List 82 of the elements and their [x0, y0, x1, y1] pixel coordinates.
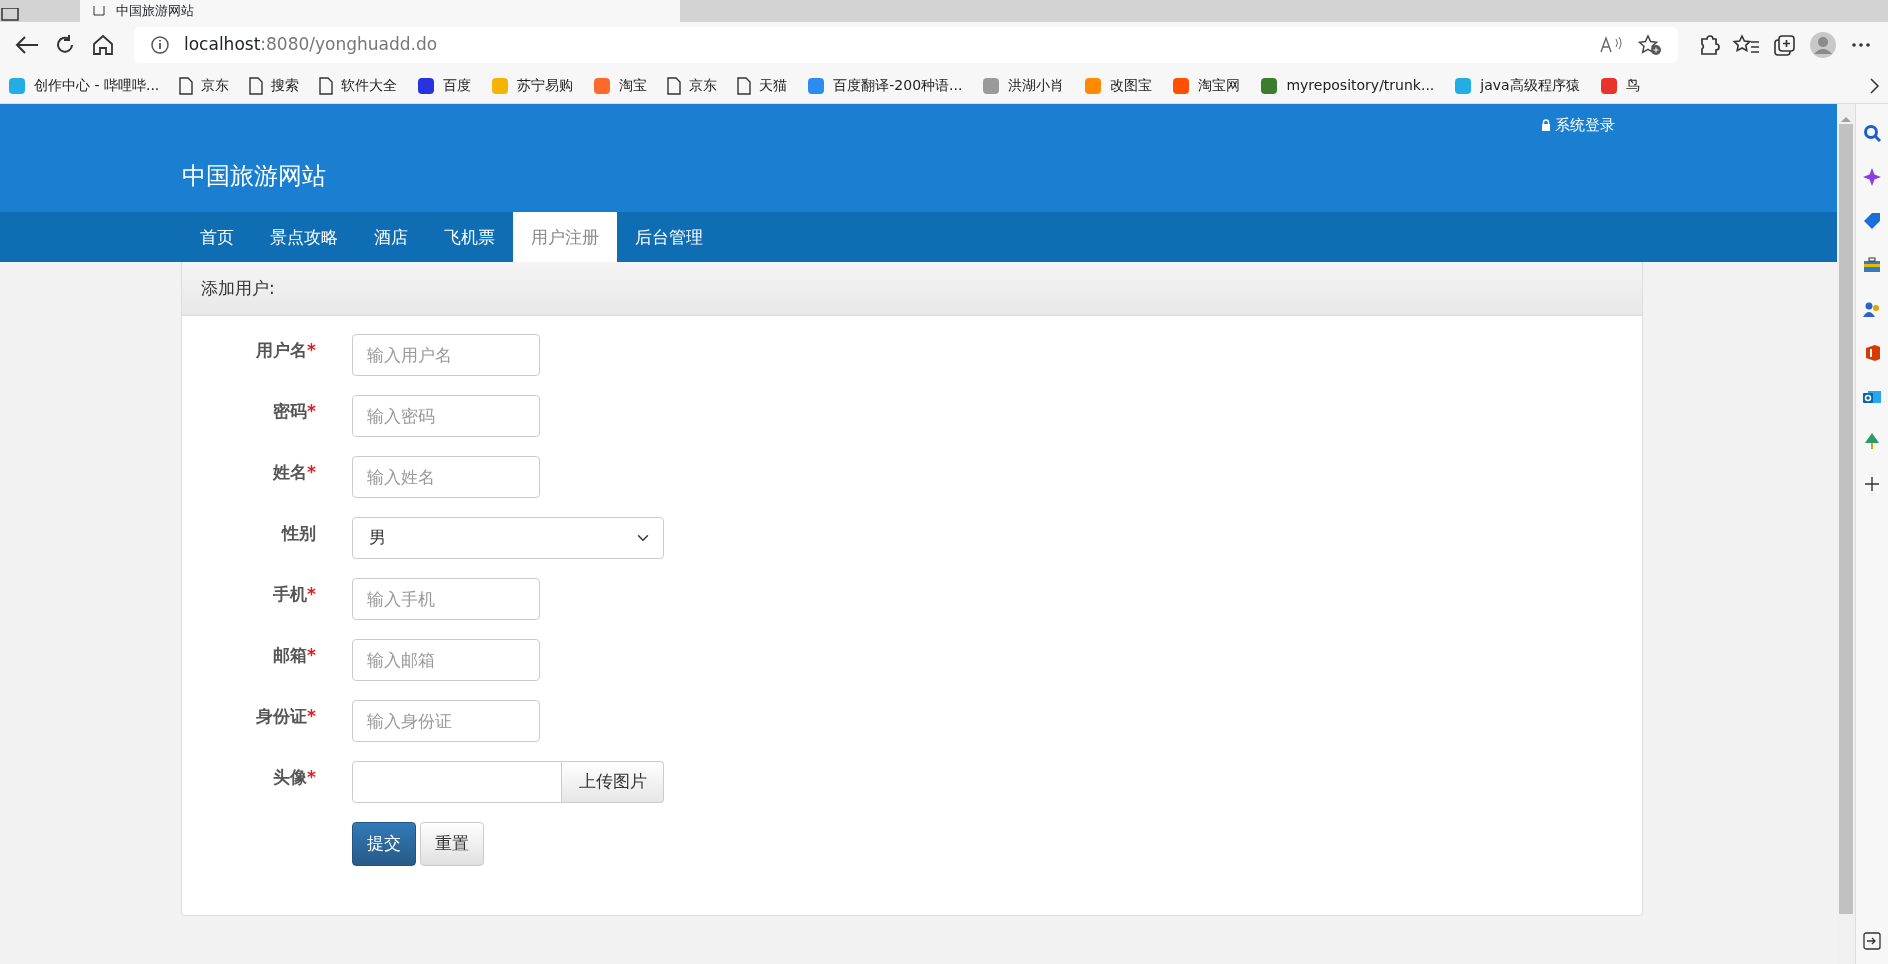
site-logo-icon	[982, 76, 1001, 95]
search-icon[interactable]	[1863, 124, 1881, 142]
field-label: 邮箱*	[272, 644, 316, 667]
field-label: 身份证*	[255, 705, 316, 728]
bookmark-link[interactable]: 淘宝网	[1198, 75, 1241, 96]
site-logo-icon	[1260, 76, 1279, 95]
site-title: 中国旅游网站	[182, 161, 326, 192]
nav-tab[interactable]: 酒店	[356, 212, 426, 262]
upload-button[interactable]: 上传图片	[562, 761, 664, 803]
add-icon[interactable]	[1864, 476, 1880, 492]
submit-button[interactable]: 提交	[352, 822, 416, 866]
input-field[interactable]: 输入用户名	[352, 334, 540, 376]
bookmark-link[interactable]: 苏宁易购	[517, 75, 574, 96]
input-field[interactable]: 输入邮箱	[352, 639, 540, 681]
bookmark-link[interactable]: 百度翻译-200种语...	[833, 75, 963, 96]
nav-tab[interactable]: 飞机票	[426, 212, 513, 262]
nav-tab[interactable]: 景点攻略	[252, 212, 356, 262]
site-logo-icon	[807, 76, 826, 95]
toolbox-icon[interactable]	[1863, 256, 1881, 274]
page-icon	[737, 76, 752, 95]
scroll-up-icon	[1841, 116, 1851, 122]
page-icon	[179, 76, 194, 95]
tree-icon[interactable]	[1863, 432, 1881, 450]
bookmark-link[interactable]: 百度	[443, 75, 472, 96]
browser-tab[interactable]: 中国旅游网站	[80, 0, 680, 22]
bookmark-link[interactable]: 搜索	[271, 75, 300, 96]
sparkle-icon[interactable]	[1863, 168, 1881, 186]
favorite-add-icon[interactable]	[1638, 34, 1662, 56]
field-label: 手机*	[272, 583, 316, 606]
field-label: 密码*	[272, 400, 316, 423]
bookmark-link[interactable]: 鸟	[1625, 75, 1640, 96]
bookmark-link[interactable]: 天猫	[759, 75, 788, 96]
bookmark-link[interactable]: java高级程序猿	[1480, 75, 1580, 96]
bookmark-link[interactable]: 软件大全	[341, 75, 398, 96]
read-aloud-icon[interactable]	[1600, 35, 1624, 55]
page-icon	[667, 76, 682, 95]
exit-sidebar-icon[interactable]	[1863, 932, 1881, 950]
page-icon	[319, 76, 334, 95]
field-label: 头像*	[272, 766, 316, 789]
input-field[interactable]: 输入手机	[352, 578, 540, 620]
site-logo-icon	[8, 76, 26, 95]
page-icon	[92, 6, 106, 16]
site-logo-icon	[417, 76, 436, 95]
bookmark-link[interactable]: 京东	[201, 75, 230, 96]
select-field[interactable]: 男	[352, 517, 664, 559]
field-label: 姓名*	[271, 461, 316, 484]
page-icon	[249, 76, 264, 95]
people-icon[interactable]	[1863, 300, 1881, 318]
bookmark-link[interactable]: 洪湖小肖	[1008, 75, 1065, 96]
reset-button[interactable]: 重置	[420, 822, 484, 866]
address-bar[interactable]: localhost:8080/yonghuadd.do	[134, 27, 1678, 63]
bookmark-link[interactable]: 淘宝	[619, 75, 648, 96]
file-path-field[interactable]	[352, 761, 562, 803]
profile-avatar-icon[interactable]	[1808, 31, 1838, 59]
site-logo-icon	[1599, 76, 1618, 95]
nav-tab[interactable]: 首页	[182, 212, 252, 262]
login-link[interactable]: 系统登录	[1541, 114, 1615, 137]
input-field[interactable]: 输入身份证	[352, 700, 540, 742]
tab-actions-icon[interactable]	[0, 8, 20, 22]
field-label: 用户名*	[255, 339, 316, 362]
office-icon[interactable]	[1863, 344, 1881, 362]
bookmark-link[interactable]: 改图宝	[1110, 75, 1153, 96]
nav-tab[interactable]: 用户注册	[513, 212, 617, 262]
bookmark-link[interactable]: 京东	[689, 75, 718, 96]
input-field[interactable]: 输入姓名	[352, 456, 540, 498]
site-logo-icon	[491, 76, 510, 95]
site-logo-icon	[1084, 76, 1103, 95]
bookmark-link[interactable]: myrepository/trunk...	[1286, 75, 1435, 96]
site-logo-icon	[593, 76, 612, 95]
form-header: 添加用户:	[182, 262, 1642, 316]
info-icon	[150, 35, 170, 55]
lock-icon	[1541, 119, 1551, 132]
bookmark-link[interactable]: 创作中心 - 哔哩哔...	[34, 75, 160, 96]
mail-icon[interactable]	[1863, 388, 1881, 406]
scrollbar-thumb[interactable]	[1839, 124, 1853, 914]
input-field[interactable]: 输入密码	[352, 395, 540, 437]
field-label: 性别	[280, 522, 316, 545]
tag-icon[interactable]	[1863, 212, 1881, 230]
site-logo-icon	[1172, 76, 1191, 95]
site-logo-icon	[1454, 76, 1473, 95]
chevron-right-icon[interactable]	[1868, 76, 1880, 95]
nav-tab[interactable]: 后台管理	[617, 212, 721, 262]
